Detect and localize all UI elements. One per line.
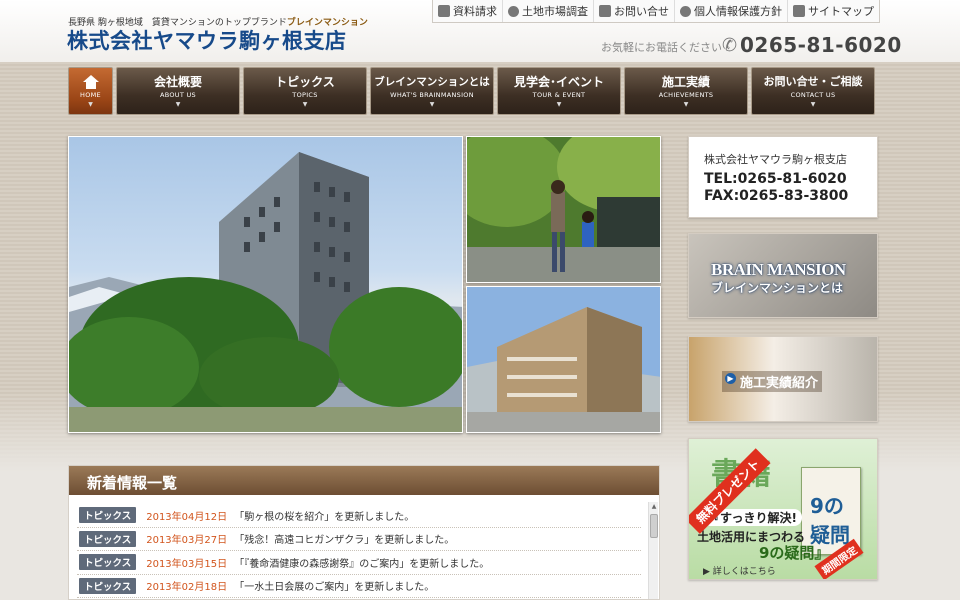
nav-label-ja: 施工実績 (661, 74, 710, 89)
nav-tour-event[interactable]: 見学会･イベント TOUR & EVENT ▼ (497, 67, 621, 115)
util-link-contact[interactable]: お問い合せ (593, 0, 674, 22)
news-item: トピックス 2013年02月18日 「一水土日会展のご案内」を更新しました。 (77, 575, 641, 598)
util-link-label: お問い合せ (614, 5, 669, 18)
house-icon (82, 74, 99, 89)
util-link-label: 土地市場調査 (522, 5, 588, 18)
nav-home[interactable]: HOME ▼ (68, 67, 113, 115)
banner-brain-ja: ブレインマンションとは (711, 281, 844, 295)
util-link-brochure[interactable]: 資料請求 (433, 0, 502, 22)
family-illustration (467, 137, 660, 282)
news-list: トピックス 2013年04月12日 「駒ヶ根の桜を紹介」を更新しました。 トピッ… (77, 504, 641, 598)
news-link[interactable]: 「駒ヶ根の桜を紹介」を更新しました。 (234, 508, 414, 523)
nav-label-en: WHAT'S BRAINMANSION (390, 90, 474, 99)
banner-present-sub3: 9の疑問』 (759, 544, 830, 562)
chevron-down-icon: ▼ (302, 100, 308, 108)
util-link-sitemap[interactable]: サイトマップ (787, 0, 879, 22)
news-category-badge: トピックス (79, 530, 137, 547)
site-logo[interactable]: 株式会社ヤマウラ駒ヶ根支店 (67, 25, 347, 55)
scroll-up-arrow-icon[interactable]: ▲ (649, 502, 659, 512)
apartment-illustration (467, 287, 660, 432)
util-link-label: 資料請求 (453, 5, 497, 18)
news-date: 2013年03月15日 (146, 558, 228, 570)
news-section: 新着情報一覧 トピックス 2013年04月12日 「駒ヶ根の桜を紹介」を更新しま… (68, 465, 660, 600)
phone-icon: ✆ (722, 35, 738, 56)
person-icon (680, 5, 691, 17)
site-header: 長野県 駒ヶ根地域 賃貸マンションのトップブランドブレインマンション 株式会社ヤ… (0, 0, 960, 62)
nav-label-en: TOPICS (292, 90, 318, 99)
news-item: トピックス 2013年03月15日 「『養命酒健康の森感謝祭』のご案内」を更新し… (77, 551, 641, 575)
utility-nav: 資料請求 土地市場調査 お問い合せ 個人情報保護方針 サイトマップ (432, 0, 880, 23)
header-phone-number: 0265-81-6020 (740, 33, 902, 57)
news-category-badge: トピックス (79, 507, 137, 524)
hero-photo-office-building (68, 136, 463, 433)
nav-label-ja: ブレインマンションとは (374, 75, 490, 88)
chevron-down-icon: ▼ (429, 100, 435, 108)
util-link-privacy[interactable]: 個人情報保護方針 (674, 0, 787, 22)
chevron-down-icon: ▼ (175, 100, 181, 108)
chevron-down-icon: ▼ (88, 100, 93, 108)
nav-label-ja: 見学会･イベント (513, 74, 604, 89)
nav-about[interactable]: 会社概要 ABOUT US ▼ (116, 67, 240, 115)
nav-home-label: HOME (80, 90, 101, 99)
document-icon (438, 5, 450, 17)
banner-achievements[interactable]: 施工実績紹介 (688, 336, 878, 422)
news-date: 2013年02月18日 (146, 582, 228, 594)
nav-label-en: ABOUT US (160, 90, 196, 99)
nav-label-ja: お問い合せ・ご相談 (763, 74, 863, 88)
sidebar-fax: FAX:0265-83-3800 (704, 188, 849, 204)
nav-label-ja: トピックス (275, 74, 335, 89)
chevron-down-icon: ▼ (556, 100, 562, 108)
nav-label-en: TOUR & EVENT (532, 90, 586, 99)
chevron-down-icon: ▼ (683, 100, 689, 108)
nav-topics[interactable]: トピックス TOPICS ▼ (243, 67, 367, 115)
more-link-label: 詳しくはこちら (712, 567, 776, 577)
nav-achievements[interactable]: 施工実績 ACHIEVEMENTS ▼ (624, 67, 748, 115)
sitemap-icon (793, 5, 805, 17)
news-category-badge: トピックス (79, 554, 137, 571)
news-title: 新着情報一覧 (69, 466, 659, 495)
news-item: トピックス 2013年04月12日 「駒ヶ根の桜を紹介」を更新しました。 (77, 504, 641, 528)
office-building-illustration (69, 152, 462, 432)
banner-free-present[interactable]: 書籍 9の疑問 『すっきり解決! 土地活用にまつわる 9の疑問』 ▶ 詳しくはこ… (688, 438, 878, 580)
util-link-label: サイトマップ (808, 5, 874, 18)
news-link[interactable]: 「残念！高遠コヒガンザクラ」を更新しました。 (234, 531, 454, 546)
news-date: 2013年04月12日 (146, 511, 228, 523)
news-category-badge: トピックス (79, 577, 137, 594)
scroll-thumb[interactable] (650, 514, 658, 538)
chevron-down-icon: ▼ (810, 100, 816, 108)
nav-contact[interactable]: お問い合せ・ご相談 CONTACT US ▼ (751, 67, 875, 115)
sidebar-tel: TEL:0265-81-6020 (704, 171, 847, 187)
phone-lead-text: お気軽にお電話ください (601, 41, 722, 54)
util-link-land-survey[interactable]: 土地市場調査 (502, 0, 593, 22)
sidebar-company-name: 株式会社ヤマウラ駒ヶ根支店 (704, 153, 847, 166)
nav-label-ja: 会社概要 (153, 74, 202, 89)
news-link[interactable]: 「『養命酒健康の森感謝祭』のご案内」を更新しました。 (234, 555, 489, 570)
banner-brain-en: BRAIN MANSION (711, 260, 846, 279)
global-nav: HOME ▼ 会社概要 ABOUT US ▼ トピックス TOPICS ▼ ブレ… (68, 67, 875, 115)
util-link-label: 個人情報保護方針 (694, 5, 782, 18)
photo-family-walking (466, 136, 661, 283)
banner-works-label: 施工実績紹介 (722, 371, 823, 392)
nav-label-en: CONTACT US (790, 90, 836, 99)
photo-apartment-building (466, 286, 661, 433)
magnifier-icon (508, 5, 519, 17)
nav-brainmansion[interactable]: ブレインマンションとは WHAT'S BRAINMANSION ▼ (370, 67, 494, 115)
news-scrollbar[interactable]: ▲ (648, 502, 659, 599)
news-link[interactable]: 「一水土日会展のご案内」を更新しました。 (234, 578, 434, 593)
news-date: 2013年03月27日 (146, 535, 228, 547)
sidebar-contact-box: 株式会社ヤマウラ駒ヶ根支店 TEL:0265-81-6020 FAX:0265-… (688, 136, 878, 218)
mail-icon (599, 5, 611, 17)
nav-label-en: ACHIEVEMENTS (658, 90, 714, 99)
banner-present-more: ▶ 詳しくはこちら (703, 567, 776, 577)
news-item: トピックス 2013年03月27日 「残念！高遠コヒガンザクラ」を更新しました。 (77, 528, 641, 551)
banner-brain-mansion[interactable]: BRAIN MANSION ブレインマンションとは (688, 233, 878, 318)
